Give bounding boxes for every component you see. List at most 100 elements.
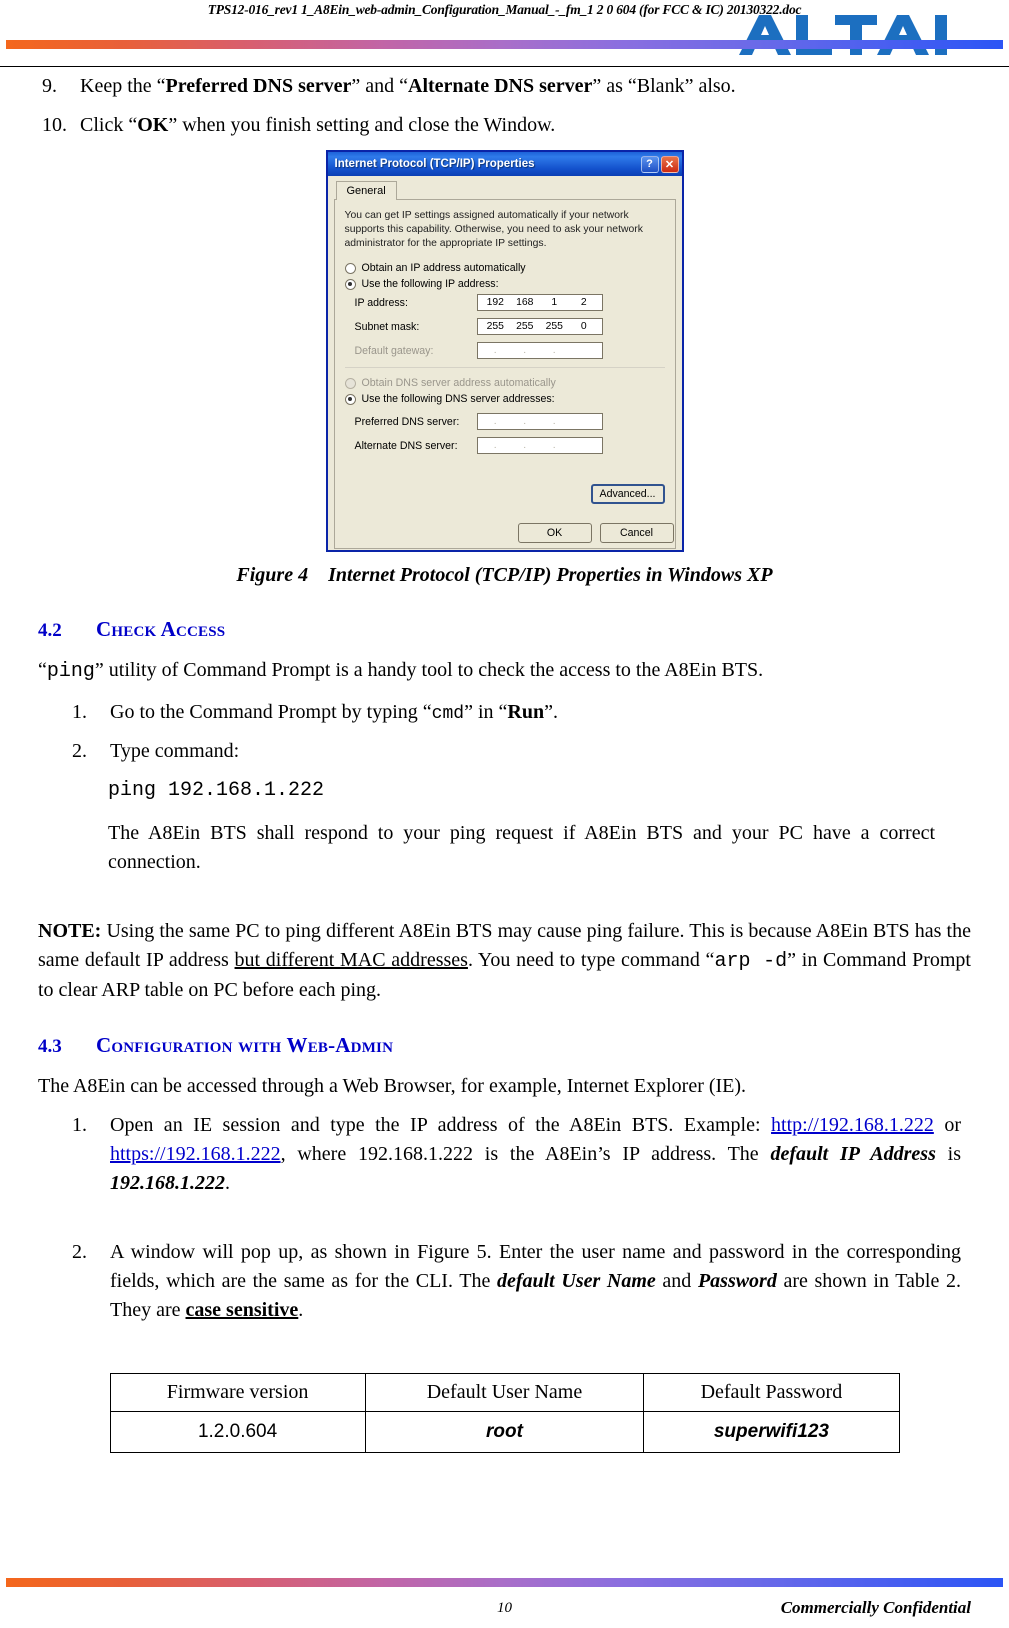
section-number: 4.3 (38, 1036, 62, 1058)
page-header: TPS12-016_rev1 1_A8Ein_web-admin_Configu… (0, 0, 1009, 72)
heading-section-4-2: 4.2 Check Access (38, 617, 971, 642)
field-label: Default gateway: (354, 344, 434, 357)
ping-command-line: ping 192.168.1.222 (108, 779, 325, 803)
step10-bold-ok: OK (137, 114, 169, 136)
field-alternate-dns[interactable]: Alternate DNS server: . . . (354, 437, 665, 455)
item2-part2: and (655, 1270, 698, 1293)
cell-default-password: superwifi123 (643, 1411, 900, 1454)
header-rule (0, 66, 1009, 67)
bolditalic-password: Password (697, 1270, 777, 1293)
list-item: 1. Go to the Command Prompt by typing “c… (68, 698, 971, 727)
dialog-footer: OK Cancel (328, 516, 682, 550)
column-header-default-user-name: Default User Name (364, 1373, 645, 1413)
list-text: Type command: (110, 740, 240, 763)
list-text: Open an IE session and type the IP addre… (110, 1111, 961, 1198)
radio-obtain-dns-automatically[interactable]: Obtain DNS server address automatically (344, 377, 665, 389)
note-underline-mac: but different MAC addresses (234, 949, 468, 972)
figure-4-image: Internet Protocol (TCP/IP) Properties ? … (38, 150, 971, 552)
help-icon[interactable]: ? (640, 155, 659, 173)
tab-general[interactable]: General (335, 181, 397, 200)
mono-ping: ping (46, 660, 95, 683)
table-row: 1.2.0.604 root superwifi123 (109, 1411, 900, 1454)
radio-label: Use the following DNS server addresses: (361, 393, 555, 406)
bolditalic-ip-value: 192.168.1.222 (110, 1172, 225, 1195)
figure-caption-label: Figure 4 (236, 564, 309, 586)
field-label: Subnet mask: (354, 320, 420, 333)
ip-address-input[interactable]: 192 168 1 2 (476, 294, 603, 312)
radio-label: Use the following IP address: (361, 278, 499, 291)
octet-2: . (523, 416, 527, 428)
note-paragraph: NOTE: Using the same PC to ping differen… (38, 917, 971, 1005)
alternate-dns-input[interactable]: . . . (476, 437, 603, 455)
octet-1: . (493, 416, 497, 428)
item1-part2: ” in “ (464, 701, 508, 723)
advanced-button[interactable]: Advanced... (590, 484, 665, 504)
close-icon[interactable]: ✕ (660, 155, 679, 173)
item1-part3: ”. (544, 701, 558, 723)
field-label: IP address: (354, 296, 408, 309)
item2-part4: . (298, 1299, 304, 1322)
octet-2: 168 (516, 297, 534, 309)
field-preferred-dns[interactable]: Preferred DNS server: . . . (354, 413, 665, 431)
radio-icon (344, 262, 356, 274)
advanced-button-row: Advanced... (590, 484, 665, 504)
radio-use-following-dns[interactable]: Use the following DNS server addresses: (344, 393, 665, 406)
link-http-192-168-1-222[interactable]: http://192.168.1.222 (771, 1114, 934, 1136)
figure-caption-text: Internet Protocol (TCP/IP) Properties in… (328, 564, 773, 586)
step10-part1: Click “ (80, 114, 138, 136)
default-gateway-input[interactable]: . . . (476, 342, 603, 360)
octet-1: 192 (486, 297, 504, 309)
column-header-default-password: Default Password (643, 1373, 900, 1413)
confidentiality-notice: Commercially Confidential (780, 1598, 971, 1617)
list-number: 1. (72, 1114, 87, 1137)
cell-firmware-version: 1.2.0.604 (109, 1411, 366, 1454)
dialog-description: You can get IP settings assigned automat… (344, 210, 643, 250)
octet-3: 1 (551, 297, 558, 309)
item1-part3: , where 192.168.1.222 is the A8Ein’s IP … (280, 1143, 771, 1166)
field-label: Alternate DNS server: (354, 439, 458, 452)
dialog-tabstrip: General (333, 181, 676, 200)
field-default-gateway[interactable]: Default gateway: . . . (354, 342, 665, 360)
credentials-table-wrap: Firmware version Default User Name Defau… (38, 1373, 971, 1454)
bolditalic-default-user-name: default User Name (496, 1270, 656, 1293)
octet-4: 0 (580, 321, 587, 333)
field-subnet-mask[interactable]: Subnet mask: 255 255 255 0 (354, 318, 665, 336)
mono-arp-d: arp -d (714, 950, 788, 974)
footer-gradient-bar (6, 1578, 1003, 1587)
section-title: Check Access (96, 617, 226, 641)
dialog-titlebar: Internet Protocol (TCP/IP) Properties ? … (327, 152, 682, 176)
preferred-dns-input[interactable]: . . . (476, 413, 603, 431)
cancel-button[interactable]: Cancel (599, 523, 674, 543)
field-ip-address[interactable]: IP address: 192 168 1 2 (354, 294, 665, 312)
step9-bold-alternate-dns: Alternate DNS server (408, 75, 593, 97)
link-https-192-168-1-222[interactable]: https://192.168.1.222 (110, 1143, 281, 1165)
radio-use-following-ip[interactable]: Use the following IP address: (344, 278, 665, 291)
subnet-mask-input[interactable]: 255 255 255 0 (476, 318, 603, 336)
list-item: 2. Type command: (68, 737, 971, 766)
list-text: A window will pop up, as shown in Figure… (110, 1238, 961, 1325)
heading-section-4-3: 4.3 Configuration with Web-Admin (38, 1033, 971, 1058)
bolditalic-default-ip-address: default IP Address (770, 1143, 936, 1166)
octet-3: 255 (545, 321, 563, 333)
octet-4: 2 (580, 297, 587, 309)
radio-icon-selected (344, 393, 356, 405)
dialog-title: Internet Protocol (TCP/IP) Properties (334, 158, 535, 170)
tcpip-properties-dialog: Internet Protocol (TCP/IP) Properties ? … (325, 150, 684, 552)
step9-part1: Keep the “ (80, 75, 166, 97)
item1-part2: or (933, 1114, 961, 1137)
item1-part1: Go to the Command Prompt by typing “ (110, 701, 432, 723)
octet-2: 255 (516, 321, 534, 333)
cell-default-user-name: root (364, 1411, 645, 1454)
octet-3: . (552, 416, 556, 428)
section-42-intro: “ping” utility of Command Prompt is a ha… (38, 656, 971, 686)
list-item: 9. Keep the “Preferred DNS server” and “… (38, 72, 971, 101)
page-footer: 10 Commercially Confidential (0, 1568, 1009, 1628)
item1-part1: Open an IE session and type the IP addre… (110, 1114, 772, 1137)
list-text: Keep the “Preferred DNS server” and “Alt… (80, 72, 971, 101)
radio-obtain-ip-automatically[interactable]: Obtain an IP address automatically (344, 262, 665, 274)
list-number: 1. (72, 701, 87, 723)
field-label: Preferred DNS server: (354, 415, 460, 428)
octet-3: . (552, 440, 556, 452)
ok-button[interactable]: OK (517, 523, 592, 543)
octet-2: . (523, 345, 527, 357)
